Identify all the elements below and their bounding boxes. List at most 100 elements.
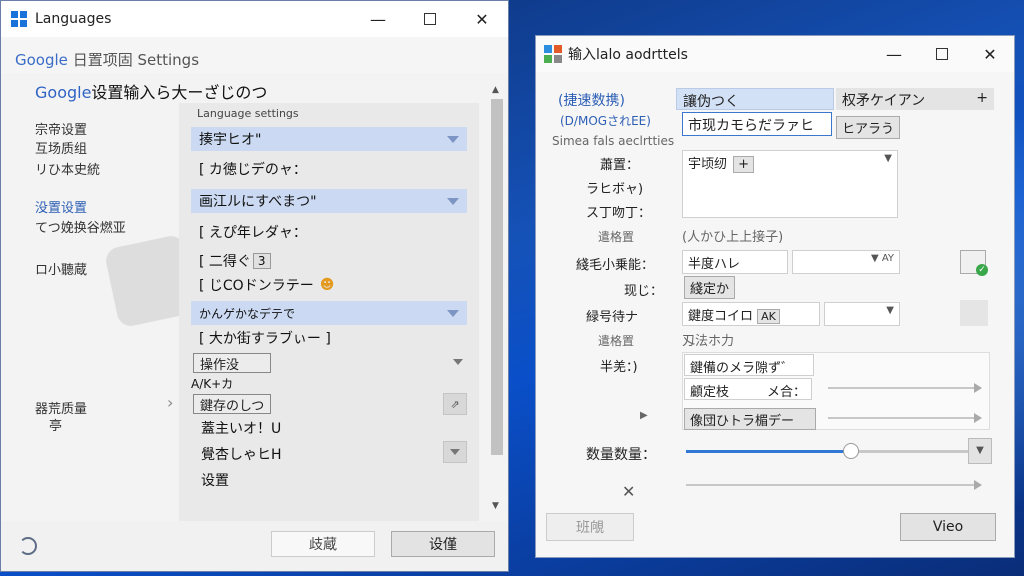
row-badge: 3 <box>252 253 271 269</box>
dropdown-value: AY <box>881 253 894 264</box>
app-icon <box>544 45 562 63</box>
active-input[interactable]: 市现カモらだラァヒ <box>682 112 832 136</box>
dropdown-button[interactable] <box>443 441 467 463</box>
slider-thumb[interactable] <box>843 443 860 459</box>
field-chip[interactable]: AK <box>757 309 780 324</box>
list-label: 半羌：) <box>600 360 638 375</box>
window-title: 输入lalo aodrttels <box>568 47 688 63</box>
add-button[interactable]: + <box>733 156 755 173</box>
row-label: ス丁吻丁： <box>586 206 652 221</box>
breadcrumb-label[interactable]: 日置项固 <box>73 51 133 69</box>
maximize-icon <box>936 48 948 60</box>
list-item[interactable]: 像団ひトラ楣デー <box>684 408 816 430</box>
dropdown-field[interactable]: ▼ <box>824 302 900 326</box>
language-row-4[interactable]: [ 二得ぐ 3 <box>191 249 467 273</box>
chevron-down-icon[interactable] <box>447 197 459 205</box>
sidebar-item-2[interactable]: リひ本史統 <box>35 159 100 178</box>
refresh-icon[interactable] <box>19 537 37 555</box>
row-label: ラヒボャ) <box>586 182 644 197</box>
sidebar-item-5[interactable]: ロ小聽蔵 <box>35 259 87 278</box>
arrow-right-icon <box>974 480 982 490</box>
breadcrumb-settings[interactable]: Settings <box>137 51 199 69</box>
breadcrumb-google[interactable]: Google <box>15 51 68 69</box>
sidebar-item-3[interactable]: 没置设置 <box>35 197 87 216</box>
page-title-google: Google <box>35 83 92 102</box>
tab-0[interactable]: 讓伪つく <box>676 88 834 110</box>
title-bar[interactable]: 输入lalo aodrttels — ✕ <box>536 36 1014 72</box>
dropdown-button[interactable]: ▼ <box>968 438 992 464</box>
list-item-suffix: メ合： <box>766 385 806 400</box>
list-item[interactable]: 鍵備のメラ隙ず゛ <box>684 354 814 376</box>
language-row-7[interactable]: [ 大か街すラブぃー ] <box>191 326 467 350</box>
language-row-1[interactable]: [ カ徳じデのャ： <box>191 157 467 181</box>
list-item[interactable]: 顧定枝 メ合： <box>684 378 812 400</box>
multi-select-box[interactable]: 宇顷纫 + ▼ <box>682 150 898 218</box>
list-item[interactable]: 蓋主いオ！U <box>201 418 281 438</box>
sidebar-item-7[interactable]: 亭 <box>49 415 62 434</box>
dropdown-field[interactable]: ▼ AY <box>792 250 900 274</box>
field-label: 现じ： <box>624 284 664 299</box>
save-button[interactable]: 鍵存のしつ <box>193 394 271 414</box>
edit-button[interactable]: ⇗ <box>443 393 467 415</box>
reset-button[interactable]: 班䚁 <box>546 513 634 541</box>
gray-value: 刄法ホ力 <box>682 334 735 349</box>
add-icon[interactable]: + <box>976 90 988 106</box>
side-chip[interactable]: ヒアラう <box>836 116 901 139</box>
language-row-2[interactable]: 画江ルにすべまつ" <box>191 189 467 213</box>
quantity-slider[interactable] <box>686 440 976 462</box>
slider-label: 数量数量： <box>586 447 656 463</box>
title-bar[interactable]: Languages — ✕ <box>1 1 508 37</box>
field-value: 鍵度コイロ <box>688 309 754 324</box>
maximize-button[interactable] <box>404 1 456 37</box>
tab-1[interactable]: 权矛ケイアン + <box>836 88 994 110</box>
footer: 班䚁 Vieo <box>536 505 1014 557</box>
close-button[interactable]: ✕ <box>456 1 508 37</box>
row-label: 蕭置： <box>600 158 640 173</box>
field-label: 緑号待ナ <box>586 310 639 325</box>
view-button[interactable]: Vieo <box>900 513 996 541</box>
input-settings-window: 输入lalo aodrttels — ✕ (捷速数携) (D/MOGされEE) … <box>535 35 1015 558</box>
select-value: 宇顷纫 <box>688 157 728 172</box>
slider-fill <box>686 450 852 453</box>
language-row-5[interactable]: [ じCOドンラテー ☻ <box>191 273 467 297</box>
sub-label: A/K+カ <box>191 377 234 391</box>
section-title: (捷速数携) <box>558 93 625 109</box>
dropdown-arrow-icon[interactable]: ▼ <box>884 153 892 164</box>
chevron-down-icon[interactable] <box>447 135 459 143</box>
operation-dropdown[interactable]: 操作没 <box>193 353 271 373</box>
gray-label: 遣格置 <box>598 230 635 244</box>
windows-logo-icon <box>11 11 27 27</box>
list-item[interactable]: 覺杏しゃヒH <box>201 444 282 464</box>
scroll-up-icon[interactable]: ▲ <box>492 85 499 95</box>
scrollbar-thumb[interactable] <box>491 99 503 455</box>
dropdown-arrow-icon[interactable] <box>453 359 463 365</box>
document-check-icon[interactable]: ✓ <box>960 250 988 276</box>
close-button[interactable]: ✕ <box>966 36 1014 72</box>
scrollbar[interactable]: ▲ ▼ <box>489 83 505 513</box>
language-row-3[interactable]: [ えぴ年レダャ： <box>191 220 467 244</box>
language-row-label: 画江ルにすべまつ" <box>199 194 317 210</box>
cancel-button[interactable]: 歧蔵 <box>271 531 375 557</box>
chip-button[interactable]: 綫定か <box>684 276 736 299</box>
close-icon[interactable]: ✕ <box>622 482 635 501</box>
language-row-0[interactable]: 揍宇ヒオ" <box>191 127 467 151</box>
sidebar-item-4[interactable]: てつ娩换谷燃亚 <box>35 217 126 236</box>
minimize-button[interactable]: — <box>870 36 918 72</box>
sidebar-item-0[interactable]: 宗帝设置 <box>35 119 87 138</box>
section-subtitle: (D/MOGされEE) <box>560 114 651 128</box>
list-item[interactable]: 设置 <box>201 470 229 490</box>
tab-label: 权矛ケイアン <box>842 93 926 109</box>
minimize-button[interactable]: — <box>352 1 404 37</box>
blank-button[interactable] <box>960 300 988 326</box>
text-field[interactable]: 半度ハレ <box>682 250 788 274</box>
languages-window: Languages — ✕ Google 日置项固 Settings Googl… <box>0 0 509 572</box>
track-line <box>828 417 974 419</box>
chevron-down-icon[interactable] <box>447 309 459 317</box>
expand-arrow-icon[interactable]: ▶ <box>640 410 648 421</box>
text-field[interactable]: 鍵度コイロ AK <box>682 302 820 326</box>
language-row-6[interactable]: かんゲかなデテで <box>191 301 467 325</box>
ok-button[interactable]: 设僅 <box>391 531 495 557</box>
maximize-button[interactable] <box>918 36 966 72</box>
scroll-down-icon[interactable]: ▼ <box>492 501 499 511</box>
sidebar-item-1[interactable]: 互场质组 <box>35 138 87 157</box>
